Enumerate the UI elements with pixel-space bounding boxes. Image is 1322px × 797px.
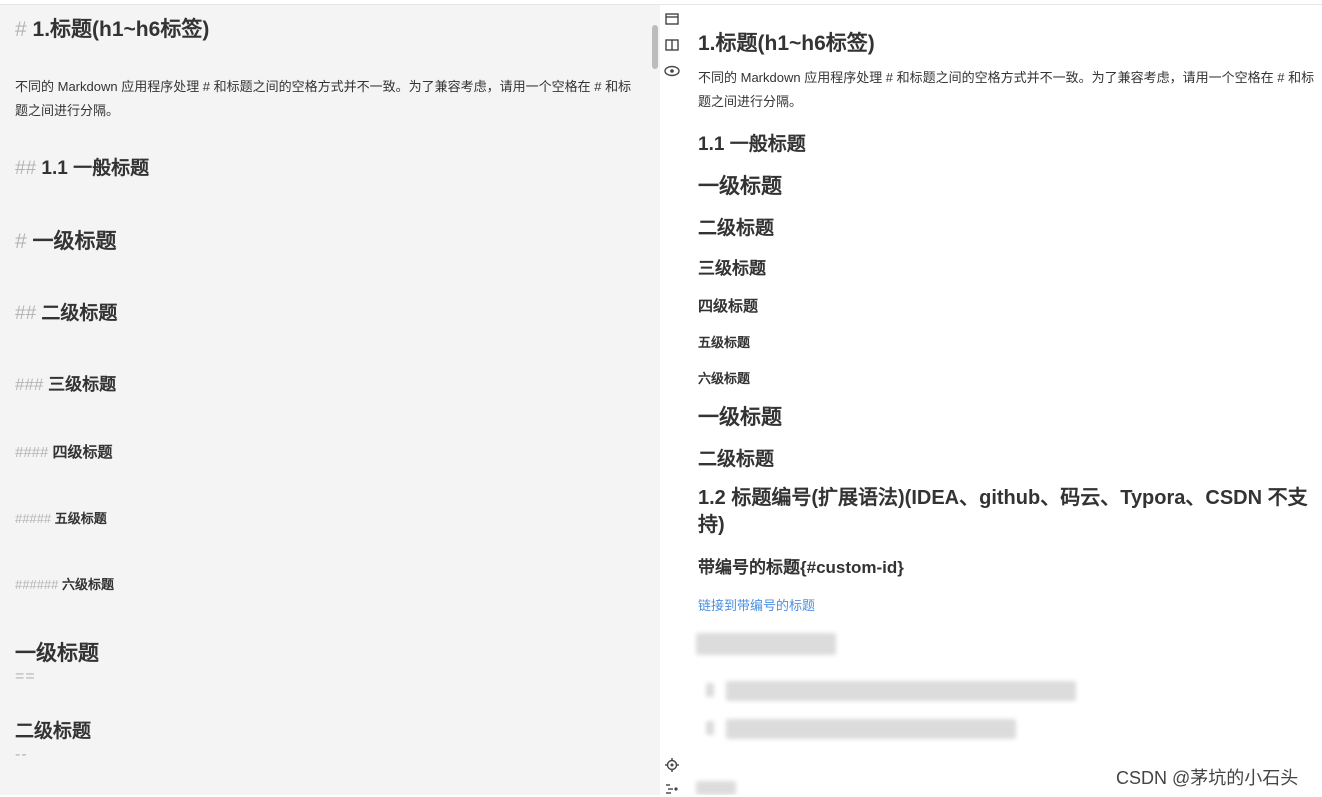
- editor-h2-general-line: ## 1.1 一般标题: [15, 153, 149, 180]
- editor-setext2-underline: --: [15, 746, 28, 763]
- preview-l2-heading: 二级标题: [698, 218, 775, 239]
- heading-text: 1.1 一般标题: [41, 158, 150, 179]
- markdown-editor[interactable]: # 1.标题(h1~h6标签) 不同的 Markdown 应用程序处理 # 和标…: [0, 5, 660, 795]
- blurred-bullet: [706, 683, 714, 697]
- heading-text: 三级标题: [48, 375, 117, 394]
- heading-marker: ######: [15, 577, 59, 592]
- editor-setext1-text: 一级标题: [15, 642, 99, 665]
- blurred-heading: [696, 633, 836, 655]
- blurred-list-item: [726, 681, 1076, 701]
- markdown-preview: 1.标题(h1~h6标签) 不同的 Markdown 应用程序处理 # 和标题之…: [684, 5, 1322, 795]
- preview-l3-heading: 三级标题: [698, 259, 766, 278]
- preview-setext1-heading: 一级标题: [698, 406, 782, 429]
- editor-setext1-underline: ==: [15, 668, 36, 685]
- heading-text: 五级标题: [54, 511, 107, 526]
- preview-intro-paragraph: 不同的 Markdown 应用程序处理 # 和标题之间的空格方式并不一致。为了兼…: [698, 70, 1315, 109]
- heading-marker: ##: [15, 158, 37, 179]
- editor-intro-paragraph: 不同的 Markdown 应用程序处理 # 和标题之间的空格方式并不一致。为了兼…: [15, 79, 632, 118]
- side-toolbar: [660, 5, 684, 795]
- heading-marker: ##: [15, 303, 37, 324]
- watermark: CSDN @茅坑的小石头: [1116, 768, 1299, 788]
- blurred-fragment: [696, 781, 736, 795]
- preview-numbered-heading: 1.2 标题编号(扩展语法)(IDEA、github、码云、Typora、CSD…: [698, 487, 1308, 536]
- heading-text: 1.标题(h1~h6标签): [32, 18, 210, 41]
- preview-general-heading: 1.1 一般标题: [698, 134, 806, 155]
- locate-icon[interactable]: [664, 757, 680, 773]
- editor-setext2-text: 二级标题: [15, 721, 92, 742]
- preview-h1: 1.标题(h1~h6标签): [698, 32, 875, 55]
- preview-l4-heading: 四级标题: [698, 298, 759, 315]
- heading-marker: #: [15, 18, 27, 41]
- heading-text: 一级标题: [32, 230, 117, 253]
- editor-l1-line: # 一级标题: [15, 225, 117, 255]
- editor-l4-line: #### 四级标题: [15, 441, 113, 462]
- split-view-icon[interactable]: [664, 37, 680, 53]
- heading-marker: #: [15, 230, 27, 253]
- heading-marker: #####: [15, 511, 52, 526]
- blurred-list-item: [726, 719, 1016, 739]
- heading-marker: ####: [15, 444, 49, 461]
- preview-eye-icon[interactable]: [664, 63, 680, 79]
- preview-l1-heading: 一级标题: [698, 175, 782, 198]
- heading-text: 四级标题: [52, 444, 113, 461]
- preview-setext2-heading: 二级标题: [698, 449, 775, 470]
- editor-l6-line: ###### 六级标题: [15, 574, 114, 593]
- preview-l6-heading: 六级标题: [698, 371, 751, 386]
- blurred-bullet: [706, 721, 714, 735]
- heading-text: 二级标题: [41, 303, 118, 324]
- heading-marker: ###: [15, 375, 44, 394]
- editor-l3-line: ### 三级标题: [15, 370, 116, 395]
- heading-text: 六级标题: [62, 577, 115, 592]
- preview-custom-id-heading: 带编号的标题{#custom-id}: [698, 558, 904, 577]
- layout-top-icon[interactable]: [664, 11, 680, 27]
- editor-l5-line: ##### 五级标题: [15, 508, 107, 527]
- editor-l2-line: ## 二级标题: [15, 298, 117, 325]
- editor-h1-line: # 1.标题(h1~h6标签): [15, 13, 209, 43]
- editor-scrollbar[interactable]: [652, 25, 658, 69]
- preview-link[interactable]: 链接到带编号的标题: [698, 595, 815, 614]
- preview-l5-heading: 五级标题: [698, 335, 751, 350]
